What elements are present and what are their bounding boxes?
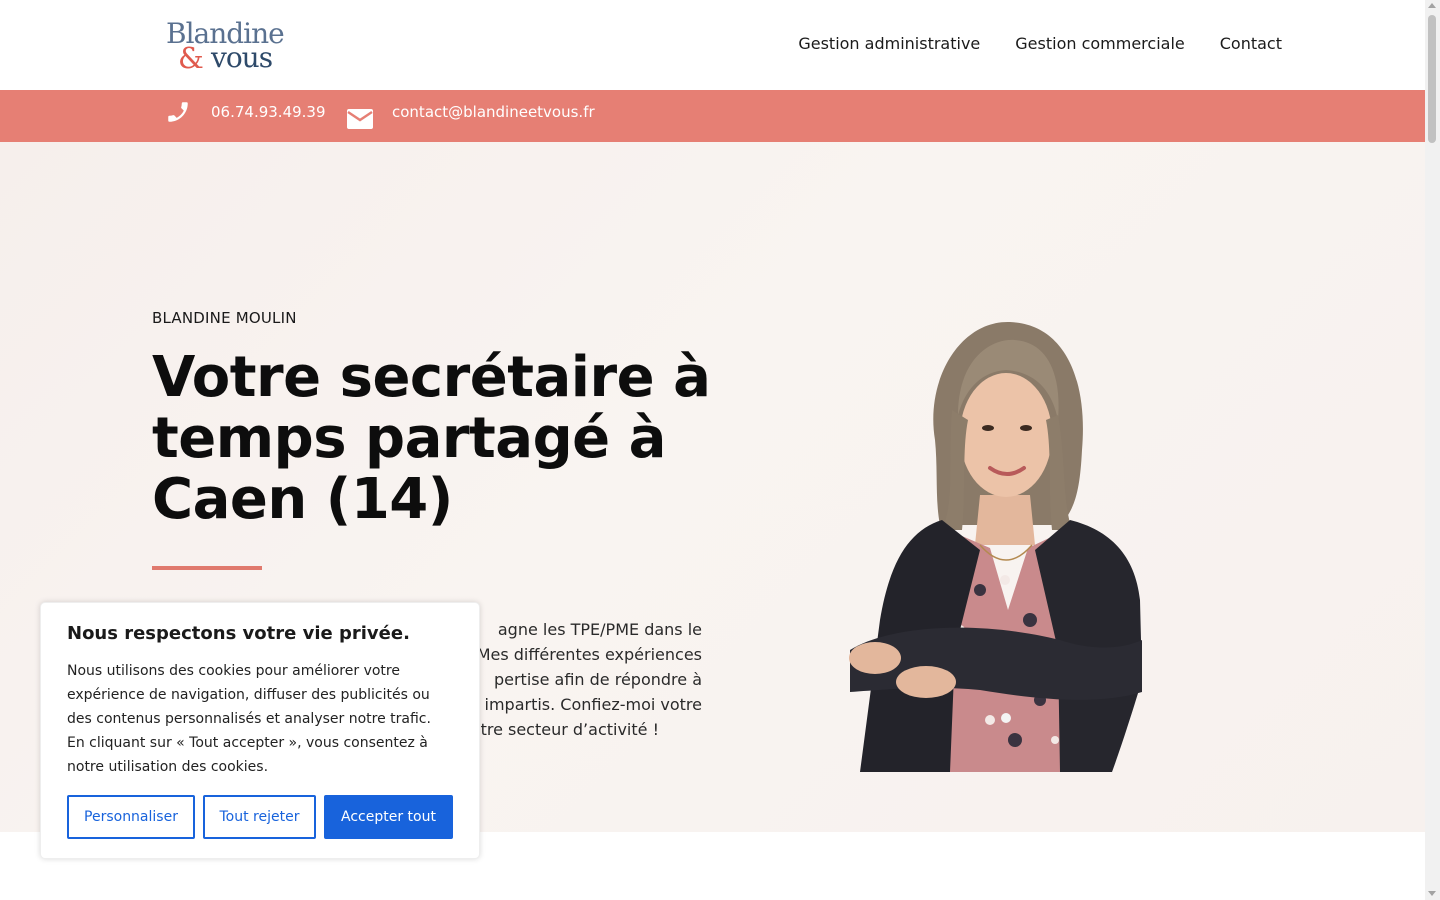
cookie-title: Nous respectons votre vie privée. — [67, 623, 410, 644]
phone-link[interactable]: 06.74.93.49.39 — [165, 90, 326, 142]
scroll-up-arrow-icon[interactable] — [1428, 3, 1436, 8]
cookie-banner: Nous respectons votre vie privée. Nous u… — [40, 602, 480, 859]
logo-text-vous: vous — [211, 41, 273, 74]
scroll-down-arrow-icon[interactable] — [1428, 891, 1436, 896]
title-divider — [152, 566, 262, 570]
customize-button[interactable]: Personnaliser — [67, 795, 195, 839]
phone-icon — [165, 99, 191, 125]
site-header: Blandine & vous Gestion administrative G… — [0, 0, 1425, 90]
reject-all-button[interactable]: Tout rejeter — [203, 795, 316, 839]
email-link[interactable]: contact@blandineetvous.fr — [347, 90, 595, 142]
contact-bar: 06.74.93.49.39 contact@blandineetvous.fr — [0, 90, 1425, 142]
page-scrollbar[interactable] — [1425, 0, 1440, 900]
cookie-description: Nous utilisons des cookies pour améliore… — [67, 663, 431, 775]
page: Blandine & vous Gestion administrative G… — [0, 0, 1425, 900]
hero-subtitle: BLANDINE MOULIN — [152, 309, 297, 327]
hero-title: Votre secrétaire à temps partagé à Caen … — [152, 345, 711, 532]
email-address: contact@blandineetvous.fr — [392, 103, 595, 121]
logo-ampersand: & — [178, 41, 204, 75]
cookie-buttons: Personnaliser Tout rejeter Accepter tout — [67, 795, 453, 839]
phone-number: 06.74.93.49.39 — [211, 103, 326, 121]
nav-gestion-administrative[interactable]: Gestion administrative — [798, 33, 980, 55]
nav-gestion-commerciale[interactable]: Gestion commerciale — [1015, 33, 1184, 55]
scroll-thumb[interactable] — [1428, 15, 1436, 143]
accept-all-button[interactable]: Accepter tout — [324, 795, 453, 839]
main-nav: Gestion administrative Gestion commercia… — [798, 33, 1282, 55]
portrait-photo — [830, 320, 1150, 772]
site-logo[interactable]: Blandine & vous — [166, 18, 296, 75]
envelope-icon — [347, 109, 373, 129]
nav-contact[interactable]: Contact — [1220, 33, 1282, 55]
